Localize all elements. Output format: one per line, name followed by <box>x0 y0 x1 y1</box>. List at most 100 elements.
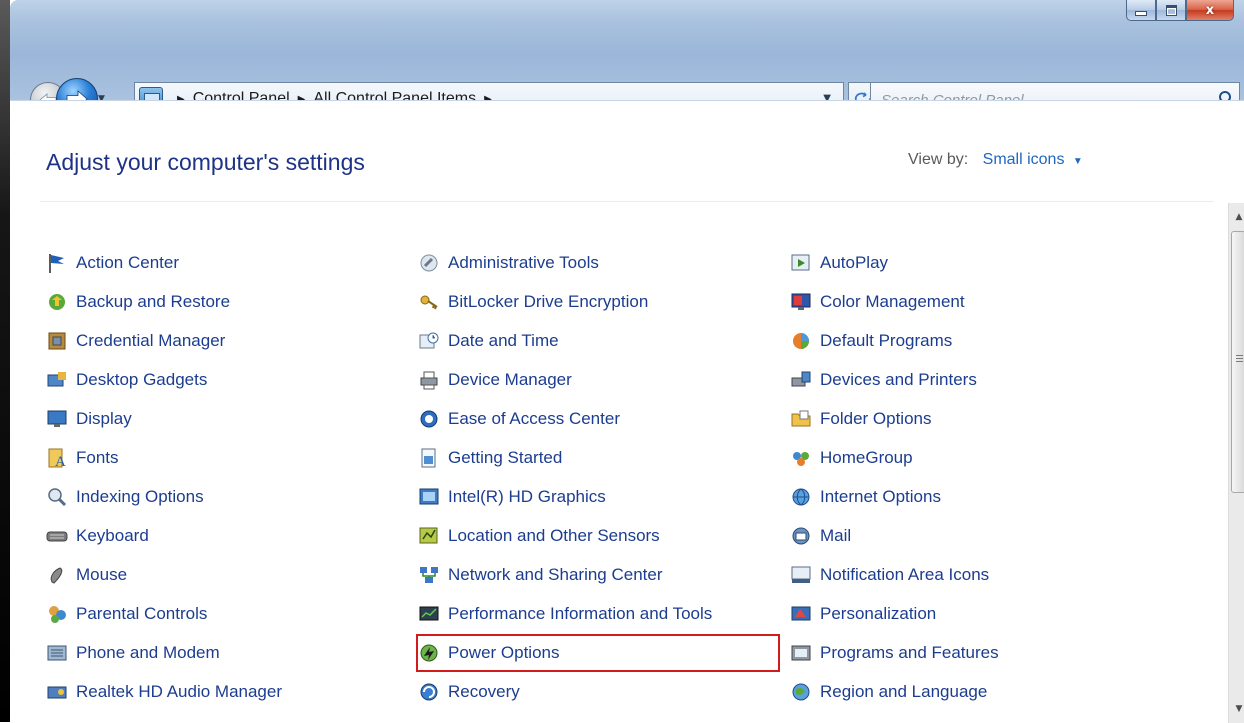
item-label[interactable]: Administrative Tools <box>448 253 599 273</box>
key-icon <box>418 291 440 313</box>
item-desktop-gadgets[interactable]: Desktop Gadgets <box>46 365 406 395</box>
item-action-center[interactable]: Action Center <box>46 248 406 278</box>
scroll-up-icon[interactable]: ▲ <box>1229 207 1244 227</box>
item-label[interactable]: Device Manager <box>448 370 572 390</box>
keyboard-icon <box>46 525 68 547</box>
item-label[interactable]: Credential Manager <box>76 331 225 351</box>
item-ease-of-access-center[interactable]: Ease of Access Center <box>418 404 778 434</box>
close-button[interactable]: x <box>1186 0 1234 21</box>
item-label[interactable]: Indexing Options <box>76 487 204 507</box>
item-label[interactable]: Intel(R) HD Graphics <box>448 487 606 507</box>
item-performance-information-and-tools[interactable]: Performance Information and Tools <box>418 599 778 629</box>
minimize-button[interactable] <box>1126 0 1156 21</box>
item-label[interactable]: Color Management <box>820 292 965 312</box>
item-label[interactable]: Action Center <box>76 253 179 273</box>
item-color-management[interactable]: Color Management <box>790 287 1150 317</box>
item-default-programs[interactable]: Default Programs <box>790 326 1150 356</box>
content-area: Adjust your computer's settings View by:… <box>10 100 1244 723</box>
item-label[interactable]: Default Programs <box>820 331 952 351</box>
view-by: View by: Small icons ▼ <box>908 151 1083 169</box>
item-label[interactable]: Realtek HD Audio Manager <box>76 682 282 702</box>
item-bitlocker-drive-encryption[interactable]: BitLocker Drive Encryption <box>418 287 778 317</box>
item-device-manager[interactable]: Device Manager <box>418 365 778 395</box>
sensor-icon <box>418 525 440 547</box>
battery-icon <box>418 642 440 664</box>
vertical-scrollbar[interactable]: ▲ ▼ <box>1228 203 1244 723</box>
item-label[interactable]: Personalization <box>820 604 936 624</box>
item-label[interactable]: Display <box>76 409 132 429</box>
item-administrative-tools[interactable]: Administrative Tools <box>418 248 778 278</box>
item-keyboard[interactable]: Keyboard <box>46 521 406 551</box>
devices-icon <box>790 369 812 391</box>
item-label[interactable]: Network and Sharing Center <box>448 565 663 585</box>
item-label[interactable]: AutoPlay <box>820 253 888 273</box>
access-icon <box>418 408 440 430</box>
item-folder-options[interactable]: Folder Options <box>790 404 1150 434</box>
item-label[interactable]: BitLocker Drive Encryption <box>448 292 648 312</box>
backup-icon <box>46 291 68 313</box>
item-label[interactable]: Desktop Gadgets <box>76 370 207 390</box>
item-internet-options[interactable]: Internet Options <box>790 482 1150 512</box>
item-label[interactable]: Internet Options <box>820 487 941 507</box>
clock-icon <box>418 330 440 352</box>
item-label[interactable]: Getting Started <box>448 448 562 468</box>
item-location-and-other-sensors[interactable]: Location and Other Sensors <box>418 521 778 551</box>
title-bar[interactable] <box>10 0 1244 52</box>
recovery-icon <box>418 681 440 703</box>
item-label[interactable]: Notification Area Icons <box>820 565 989 585</box>
item-label[interactable]: Phone and Modem <box>76 643 220 663</box>
item-fonts[interactable]: A Fonts <box>46 443 406 473</box>
item-getting-started[interactable]: Getting Started <box>418 443 778 473</box>
notification-icon <box>790 564 812 586</box>
item-parental-controls[interactable]: Parental Controls <box>46 599 406 629</box>
region-icon <box>790 681 812 703</box>
item-devices-and-printers[interactable]: Devices and Printers <box>790 365 1150 395</box>
item-mouse[interactable]: Mouse <box>46 560 406 590</box>
item-label[interactable]: Recovery <box>448 682 520 702</box>
item-label[interactable]: Region and Language <box>820 682 987 702</box>
scroll-down-icon[interactable]: ▼ <box>1229 699 1244 719</box>
item-realtek-hd-audio-manager[interactable]: Realtek HD Audio Manager <box>46 677 406 707</box>
maximize-button[interactable] <box>1156 0 1186 21</box>
item-label[interactable]: Devices and Printers <box>820 370 977 390</box>
item-backup-and-restore[interactable]: Backup and Restore <box>46 287 406 317</box>
network-icon <box>418 564 440 586</box>
item-date-and-time[interactable]: Date and Time <box>418 326 778 356</box>
item-recovery[interactable]: Recovery <box>418 677 778 707</box>
item-label[interactable]: Fonts <box>76 448 119 468</box>
maximize-icon <box>1165 4 1177 16</box>
item-label[interactable]: Power Options <box>448 643 560 663</box>
scroll-thumb[interactable] <box>1231 231 1244 493</box>
item-label[interactable]: Performance Information and Tools <box>448 604 712 624</box>
item-network-and-sharing-center[interactable]: Network and Sharing Center <box>418 560 778 590</box>
item-label[interactable]: Mail <box>820 526 851 546</box>
item-homegroup[interactable]: HomeGroup <box>790 443 1150 473</box>
item-label[interactable]: Parental Controls <box>76 604 207 624</box>
item-personalization[interactable]: Personalization <box>790 599 1150 629</box>
item-autoplay[interactable]: AutoPlay <box>790 248 1150 278</box>
item-phone-and-modem[interactable]: Phone and Modem <box>46 638 406 668</box>
item-display[interactable]: Display <box>46 404 406 434</box>
item-programs-and-features[interactable]: Programs and Features <box>790 638 1150 668</box>
item-notification-area-icons[interactable]: Notification Area Icons <box>790 560 1150 590</box>
item-indexing-options[interactable]: Indexing Options <box>46 482 406 512</box>
grip-icon <box>1236 355 1243 363</box>
item-label[interactable]: Folder Options <box>820 409 932 429</box>
item-intel-r-hd-graphics[interactable]: Intel(R) HD Graphics <box>418 482 778 512</box>
item-power-options[interactable]: Power Options <box>418 638 778 668</box>
item-mail[interactable]: Mail <box>790 521 1150 551</box>
view-by-dropdown[interactable]: Small icons <box>983 151 1065 168</box>
item-label[interactable]: Backup and Restore <box>76 292 230 312</box>
item-label[interactable]: Date and Time <box>448 331 559 351</box>
item-label[interactable]: HomeGroup <box>820 448 913 468</box>
item-label[interactable]: Location and Other Sensors <box>448 526 660 546</box>
item-label[interactable]: Keyboard <box>76 526 149 546</box>
item-region-and-language[interactable]: Region and Language <box>790 677 1150 707</box>
item-label[interactable]: Programs and Features <box>820 643 999 663</box>
item-label[interactable]: Ease of Access Center <box>448 409 620 429</box>
phone-icon <box>46 642 68 664</box>
item-credential-manager[interactable]: Credential Manager <box>46 326 406 356</box>
autoplay-icon <box>790 252 812 274</box>
chevron-down-icon[interactable]: ▼ <box>1073 156 1083 167</box>
item-label[interactable]: Mouse <box>76 565 127 585</box>
